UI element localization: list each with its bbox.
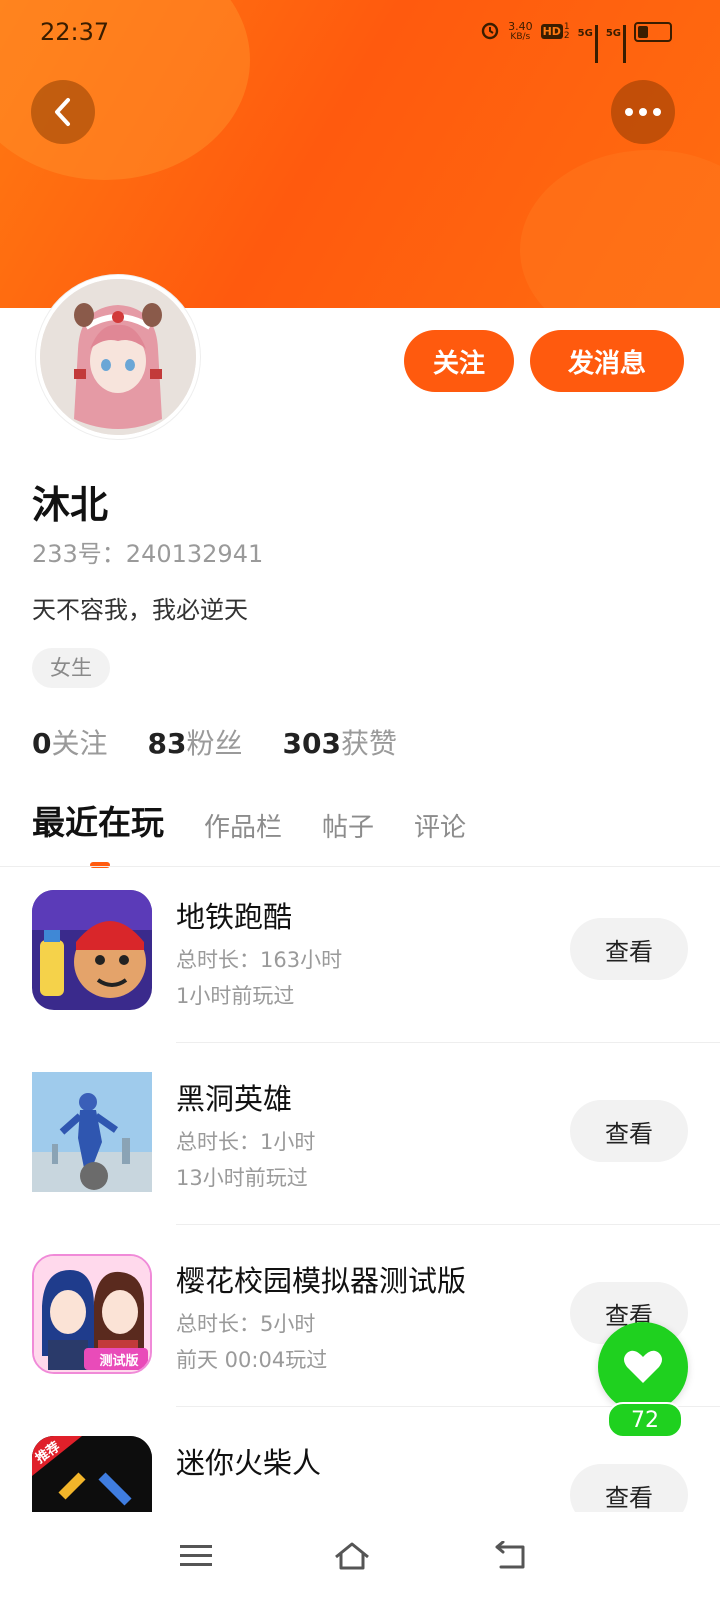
stat-likes-label: 获赞 — [340, 727, 397, 760]
row-divider — [176, 1042, 720, 1043]
net-speed-unit: KB/s — [510, 31, 531, 42]
nav-back-button[interactable] — [480, 1534, 540, 1578]
tab-comments[interactable]: 评论 — [414, 807, 466, 844]
stat-following-count: 0 — [32, 727, 52, 760]
menu-icon — [180, 1545, 212, 1566]
game-list-item[interactable]: 推荐 迷你火柴人 查看 — [0, 1436, 720, 1512]
stat-followers-count: 83 — [147, 727, 187, 760]
nav-menu-button[interactable] — [166, 1534, 226, 1578]
game-duration: 总时长：163小时 — [176, 948, 343, 972]
game-icon-badge: 测试版 — [99, 1353, 139, 1369]
like-float-button[interactable] — [598, 1322, 688, 1412]
profile-stats: 0关注 83粉丝 303获赞 — [32, 722, 397, 762]
follow-button[interactable]: 关注 — [404, 330, 514, 392]
stat-followers[interactable]: 83粉丝 — [148, 722, 243, 762]
gender-tag: 女生 — [32, 648, 110, 688]
game-list-item[interactable]: 地铁跑酷 总时长：163小时 1小时前玩过 查看 — [0, 890, 720, 1072]
game-duration: 总时长：1小时 — [176, 1130, 316, 1154]
game-title: 地铁跑酷 — [176, 900, 293, 934]
back-button[interactable] — [31, 80, 95, 144]
view-game-button[interactable]: 查看 — [570, 1100, 688, 1162]
status-time: 22:37 — [40, 18, 110, 46]
signal-5g-icon: 5G — [577, 24, 598, 63]
profile-header-banner: 22:37 3.40 KB/s HD 1 2 5G 5G — [0, 0, 720, 308]
game-duration: 总时长：5小时 — [176, 1312, 316, 1336]
send-message-button[interactable]: 发消息 — [530, 330, 684, 392]
avatar-image — [40, 279, 196, 435]
net-speed-value: 3.40 — [508, 19, 533, 33]
game-last-played: 前天 00:04玩过 — [176, 1348, 328, 1372]
stat-following[interactable]: 0关注 — [32, 722, 108, 762]
game-list-item[interactable]: 黑洞英雄 总时长：1小时 13小时前玩过 查看 — [0, 1072, 720, 1254]
more-options-button[interactable] — [611, 80, 675, 144]
profile-name: 沐北 — [32, 483, 109, 527]
view-game-button[interactable]: 查看 — [570, 918, 688, 980]
game-icon-black-hole-hero — [32, 1072, 152, 1192]
game-title: 黑洞英雄 — [176, 1082, 293, 1116]
stat-likes-count: 303 — [282, 727, 341, 760]
signal-label: 5G — [605, 27, 621, 39]
hd-label: HD — [540, 24, 563, 39]
tab-recently-played[interactable]: 最近在玩 — [32, 796, 164, 868]
stat-following-label: 关注 — [51, 727, 108, 760]
profile-tabs: 最近在玩 作品栏 帖子 评论 — [32, 796, 466, 868]
more-dots-icon — [625, 108, 661, 116]
signal-label: 5G — [577, 27, 593, 39]
stat-likes[interactable]: 303获赞 — [282, 722, 396, 762]
game-icon-mini-stickman: 推荐 — [32, 1436, 152, 1512]
home-icon — [335, 1542, 369, 1570]
row-divider — [176, 1224, 720, 1225]
nav-home-button[interactable] — [322, 1534, 382, 1578]
status-bar: 22:37 3.40 KB/s HD 1 2 5G 5G — [0, 0, 720, 64]
tabs-divider — [0, 866, 720, 867]
tab-works[interactable]: 作品栏 — [204, 807, 282, 844]
battery-icon — [634, 21, 672, 42]
signal-5g-icon: 5G — [605, 24, 626, 63]
game-title: 樱花校园模拟器测试版 — [176, 1264, 467, 1298]
game-icon-subway-surfers — [32, 890, 152, 1010]
avatar[interactable] — [36, 275, 200, 439]
alarm-icon — [480, 20, 500, 43]
back-icon — [495, 1541, 525, 1569]
system-nav-bar — [0, 1512, 720, 1600]
net-speed: 3.40 KB/s — [508, 19, 533, 42]
profile-bio: 天不容我，我必逆天 — [32, 596, 248, 624]
like-count-badge: 72 — [607, 1402, 683, 1438]
game-title: 迷你火柴人 — [176, 1446, 322, 1480]
game-last-played: 1小时前玩过 — [176, 984, 295, 1008]
hd-sim-label-2: 2 — [563, 30, 570, 41]
game-icon-sakura-school: 测试版 — [32, 1254, 152, 1374]
game-last-played: 13小时前玩过 — [176, 1166, 308, 1190]
stat-followers-label: 粉丝 — [186, 727, 243, 760]
heart-icon — [624, 1350, 662, 1383]
banner-decoration — [520, 150, 720, 308]
view-game-button[interactable]: 查看 — [570, 1464, 688, 1512]
back-arrow-icon — [55, 98, 70, 126]
hd-voice-icon: HD 1 2 — [540, 22, 570, 41]
status-icons: 3.40 KB/s HD 1 2 5G 5G — [480, 19, 672, 63]
hd-sim-labels: 1 2 — [563, 22, 570, 41]
tab-posts[interactable]: 帖子 — [322, 807, 374, 844]
profile-uid: 233号：240132941 — [32, 540, 264, 568]
